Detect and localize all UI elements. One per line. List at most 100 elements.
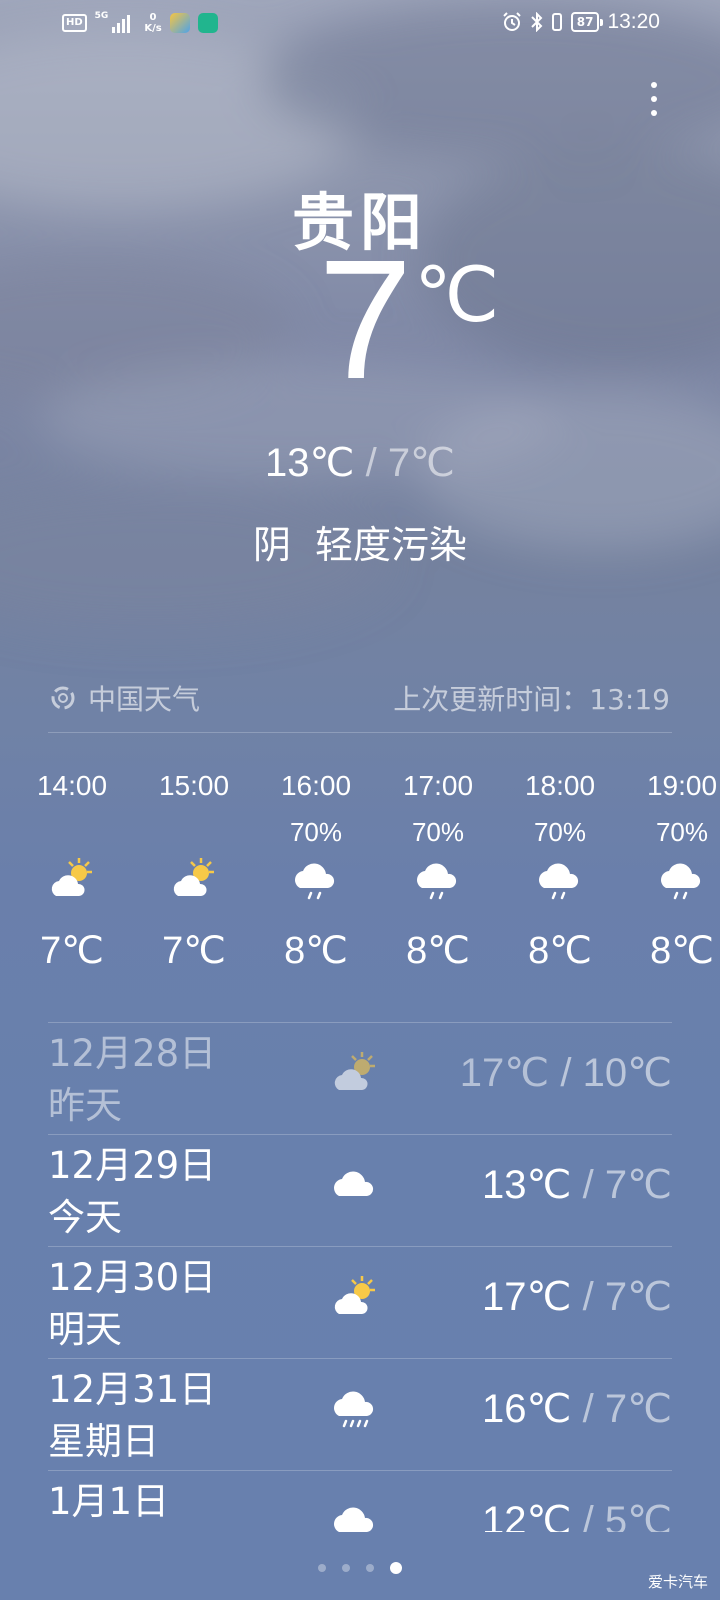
hour-temperature: 7℃ <box>162 930 226 972</box>
signal-icon <box>112 13 131 33</box>
status-time: 13:20 <box>607 10 660 33</box>
precipitation-probability <box>10 816 134 848</box>
partly-sunny-icon <box>330 1274 380 1322</box>
divider <box>48 732 672 733</box>
hourly-item: 19:00 70% 8℃ <box>620 770 720 973</box>
net-speed: 0 K/s <box>144 12 162 34</box>
weekday: 昨天 <box>48 1084 122 1127</box>
watermark: 爱卡汽车 <box>647 1573 708 1591</box>
precipitation-probability: 70% <box>411 817 465 847</box>
current-temperature: 7 <box>318 225 413 415</box>
day-low: 7℃ <box>604 1163 672 1207</box>
status-bar: HD 5G 0 K/s 87 13:20 <box>0 0 720 48</box>
daily-row[interactable]: 1月1日 12℃ / 5℃ <box>48 1470 672 1532</box>
day-label: 1月1日 <box>48 1476 169 1528</box>
battery-icon: 87 <box>570 12 604 32</box>
rain-cloud-icon <box>330 1386 380 1440</box>
separator: / <box>582 1275 594 1319</box>
day-high-low: 13℃ / 7℃ <box>482 1162 672 1208</box>
day-high: 12℃ <box>482 1499 572 1532</box>
day-label: 12月30日 明天 <box>48 1252 216 1356</box>
hour-temperature: 8℃ <box>528 930 592 972</box>
separator: / <box>582 1387 594 1431</box>
vibrate-icon <box>551 13 562 31</box>
hourly-item: 14:00 7℃ <box>10 770 134 973</box>
page-dot[interactable] <box>342 1564 350 1572</box>
date: 12月30日 <box>48 1256 217 1299</box>
page-dot[interactable] <box>318 1564 326 1572</box>
hour-temperature: 8℃ <box>650 930 714 972</box>
today-high-low: 13℃ / 7℃ <box>0 440 720 486</box>
precipitation-probability: 70% <box>655 817 709 847</box>
bluetooth-icon <box>531 12 543 32</box>
app-notification-icon <box>169 13 190 33</box>
china-weather-logo-icon <box>51 686 75 710</box>
page-dot[interactable] <box>366 1564 374 1572</box>
separator: / <box>582 1499 594 1532</box>
separator: / <box>365 441 377 485</box>
weekday: 今天 <box>48 1196 122 1239</box>
hour-time: 15:00 <box>158 770 230 801</box>
weather-source[interactable]: 中国天气 <box>50 678 200 718</box>
daily-row[interactable]: 12月30日 明天 17℃ / 7℃ <box>48 1246 672 1358</box>
precipitation-probability: 70% <box>289 817 343 847</box>
day-label: 12月28日 昨天 <box>48 1028 216 1132</box>
day-label: 12月31日 星期日 <box>48 1364 216 1468</box>
partly-sunny-icon <box>10 856 134 914</box>
precipitation-probability <box>132 816 256 848</box>
cloud-icon <box>330 1162 380 1206</box>
partly-sunny-icon <box>330 1050 380 1098</box>
day-low: 10℃ <box>582 1051 672 1095</box>
hour-time: 16:00 <box>280 770 352 801</box>
hourly-item: 18:00 70% 8℃ <box>498 770 622 973</box>
hourly-item: 17:00 70% 8℃ <box>376 770 500 973</box>
weekday: 星期日 <box>48 1420 159 1463</box>
hd-voice-icon: HD <box>62 14 87 32</box>
precipitation-probability: 70% <box>533 817 587 847</box>
day-low: 7℃ <box>604 1275 672 1319</box>
hourly-item: 16:00 70% 8℃ <box>254 770 378 973</box>
hour-temperature: 8℃ <box>284 930 348 972</box>
day-high-low: 17℃ / 7℃ <box>482 1274 672 1320</box>
cloud-icon <box>330 1498 380 1532</box>
alarm-icon <box>503 12 521 31</box>
network-type: 5G <box>94 11 109 21</box>
date: 12月29日 <box>48 1144 217 1187</box>
day-high: 17℃ <box>459 1051 550 1095</box>
date: 1月1日 <box>48 1480 170 1523</box>
day-high: 16℃ <box>482 1387 572 1431</box>
rain-cloud-icon <box>376 856 500 914</box>
hourly-forecast[interactable]: 14:00 7℃ 15:00 7℃ 16:00 70% 8℃ 17:00 70% 8℃ 18:00 7… <box>10 770 720 990</box>
last-update-time: 上次更新时间：13:19 <box>393 683 670 716</box>
partly-sunny-icon <box>132 856 256 914</box>
weather-condition: 阴 <box>252 523 291 567</box>
today-high: 13℃ <box>265 441 355 485</box>
day-high-low: 16℃ / 7℃ <box>482 1386 672 1432</box>
weekday: 明天 <box>48 1308 122 1351</box>
separator: / <box>560 1051 572 1095</box>
day-low: 7℃ <box>604 1387 672 1431</box>
hour-time: 19:00 <box>646 770 718 801</box>
page-dot[interactable] <box>390 1562 402 1574</box>
daily-row[interactable]: 12月29日 今天 13℃ / 7℃ <box>48 1134 672 1246</box>
hourly-item: 15:00 7℃ <box>132 770 256 973</box>
daily-row[interactable]: 12月31日 星期日 16℃ / 7℃ <box>48 1358 672 1470</box>
temperature-unit: ℃ <box>414 253 500 338</box>
day-high-low: 17℃ / 10℃ <box>460 1050 672 1096</box>
rain-cloud-icon <box>498 856 622 914</box>
day-low: 5℃ <box>604 1499 672 1532</box>
app-notification-icon <box>197 13 218 33</box>
hour-temperature: 7℃ <box>40 930 104 972</box>
rain-cloud-icon <box>620 856 720 914</box>
more-options-button[interactable] <box>650 82 658 116</box>
today-low: 7℃ <box>387 441 455 485</box>
day-label: 12月29日 今天 <box>48 1140 216 1244</box>
date: 12月31日 <box>48 1368 217 1411</box>
condition-line: 阴 轻度污染 <box>0 514 720 569</box>
hour-time: 14:00 <box>36 770 108 801</box>
air-quality[interactable]: 轻度污染 <box>315 523 467 567</box>
separator: / <box>582 1163 594 1207</box>
daily-row[interactable]: 12月28日 昨天 17℃ / 10℃ <box>48 1022 672 1134</box>
day-high: 13℃ <box>482 1163 572 1207</box>
hour-time: 17:00 <box>402 770 474 801</box>
